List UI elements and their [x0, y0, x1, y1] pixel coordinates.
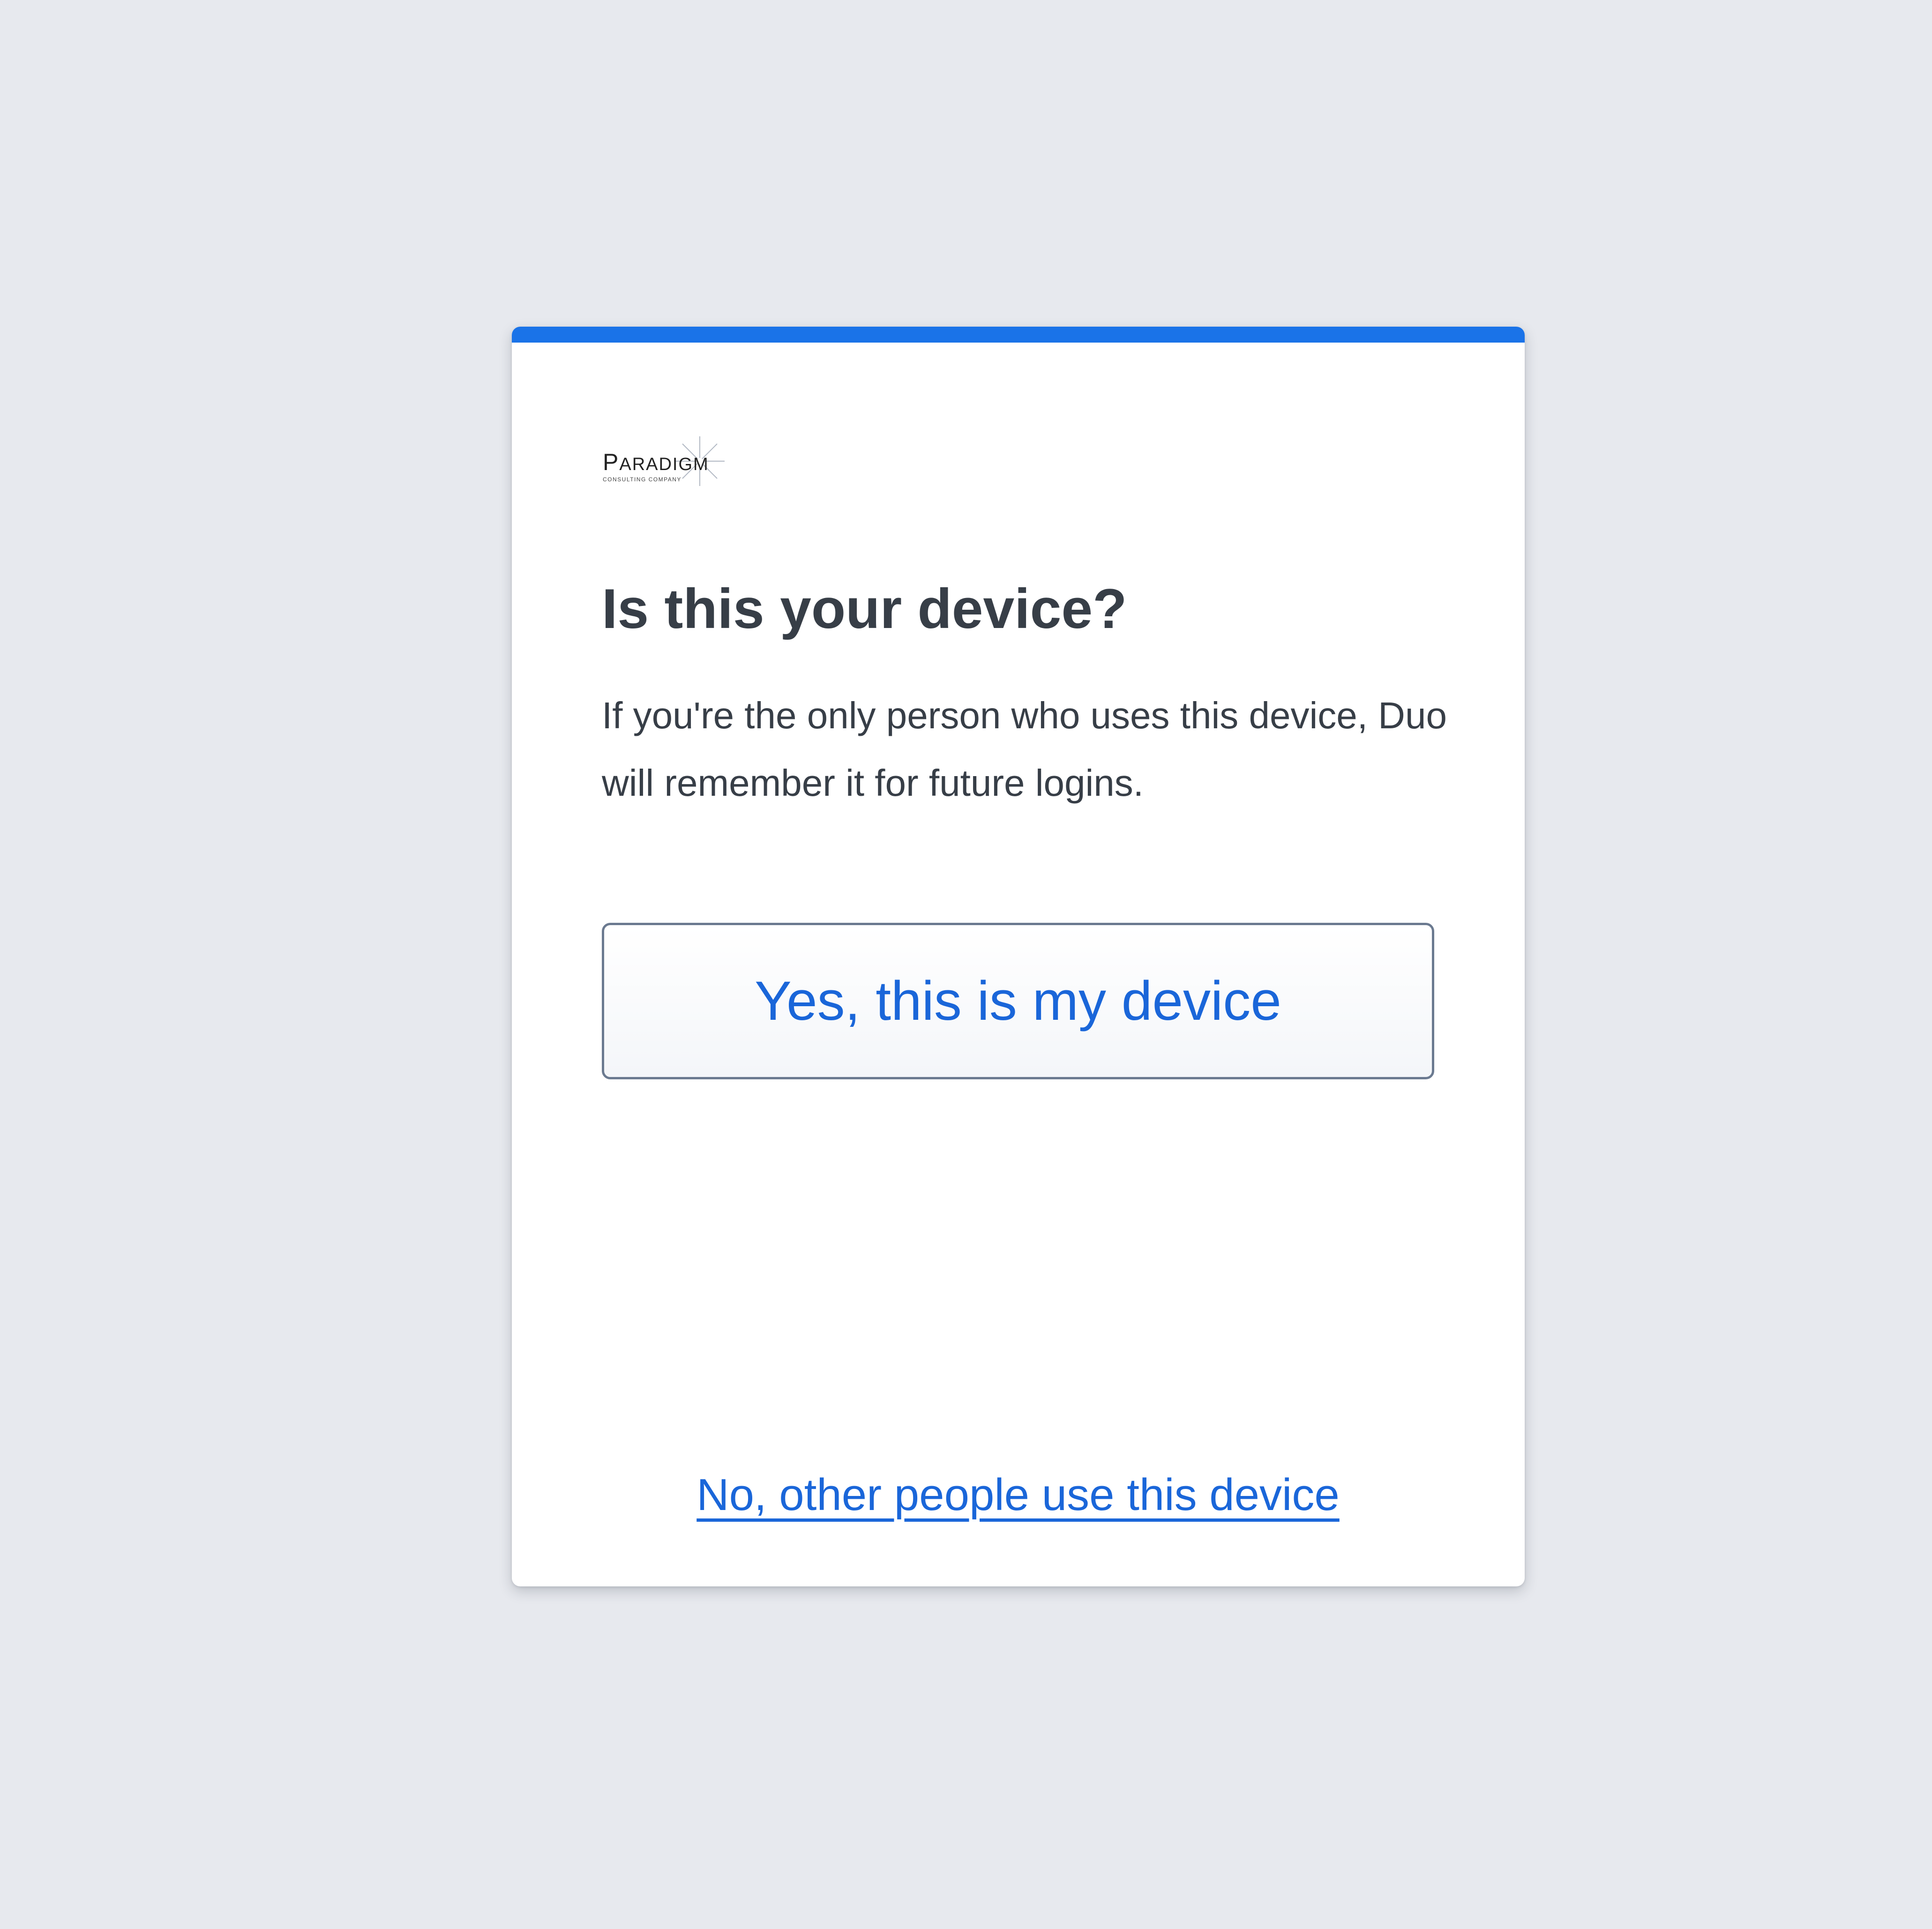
device-description: If you're the only person who uses this …: [602, 695, 1447, 804]
card-accent-bar: [512, 327, 1525, 343]
page-title: Is this your device?: [602, 577, 1127, 640]
svg-text:PARADIGM: PARADIGM: [603, 449, 709, 475]
yes-my-device-button[interactable]: Yes, this is my device: [602, 923, 1434, 1079]
no-other-people-link[interactable]: No, other people use this device: [602, 1470, 1434, 1520]
svg-text:CONSULTING COMPANY: CONSULTING COMPANY: [603, 476, 681, 483]
paradigm-logo-icon: PARADIGM CONSULTING COMPANY: [603, 436, 725, 486]
paradigm-logo: PARADIGM CONSULTING COMPANY: [602, 435, 742, 487]
device-trust-card: PARADIGM CONSULTING COMPANY Is this your…: [512, 327, 1525, 1586]
